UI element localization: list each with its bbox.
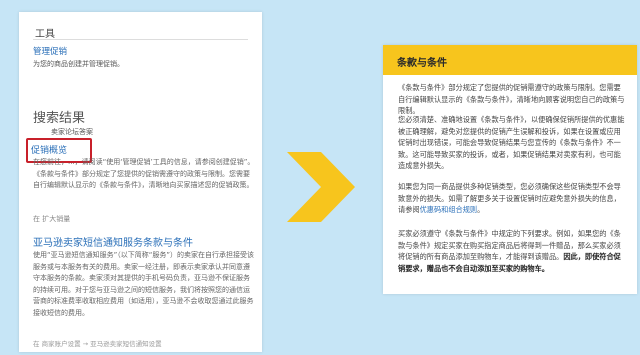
- search-results-panel: 工具 管理促销 为您的商品创建并管理促销。 搜索结果 卖家论坛答案 促销概览 在…: [19, 12, 262, 352]
- manage-promotions-link[interactable]: 管理促销: [33, 45, 67, 57]
- tools-heading: 工具: [35, 29, 55, 40]
- tools-description: 为您的商品创建并管理促销。: [33, 60, 124, 68]
- divider: [33, 39, 248, 40]
- forum-answers-tag[interactable]: 卖家论坛答案: [51, 127, 93, 137]
- coupon-rules-link[interactable]: 优惠码和组合规则: [420, 205, 478, 214]
- panel-title: 条款与条件: [397, 58, 447, 69]
- paragraph: 如果您为同一商品提供多种促销类型，您必须确保这些促销类型不会导致意外的损失。如需…: [398, 182, 621, 214]
- paragraph: 您必须清楚、准确地设置《条款与条件》，以便确保促销所提供的优惠能被正确理解，避免…: [398, 115, 625, 170]
- result-snippet: 使用“亚马逊短信通知服务”（以下简称“服务”）的卖家在自行承担接受该服务或与本服…: [33, 251, 255, 317]
- chevron-right-arrow-icon: [287, 152, 355, 222]
- search-results-heading: 搜索结果: [33, 111, 86, 126]
- result-sms-terms-link[interactable]: 亚马逊卖家短信通知服务条款与条件: [33, 234, 255, 249]
- paragraph: 《条款与条件》部分规定了您提供的促销需遵守的政策与限制。您需要自行编辑默认显示的…: [398, 83, 625, 115]
- terms-conditions-panel: 条款与条件 《条款与条件》部分规定了您提供的促销需遵守的政策与限制。您需要自行编…: [383, 45, 637, 294]
- result-source-link[interactable]: 在 扩大销量: [33, 214, 70, 224]
- result-snippet: 在您前往，...，请阅读“使用‘管理促销’工具的信息，请参阅创建促销”。《条款与…: [33, 158, 255, 189]
- paragraph: 买家必须遵守《条款与条件》中规定的下列要求。例如，如果您的《条款与条件》规定买家…: [398, 229, 621, 273]
- result-source-link[interactable]: 在 商家账户设置 → 亚马逊卖家短信通知设置: [33, 338, 162, 348]
